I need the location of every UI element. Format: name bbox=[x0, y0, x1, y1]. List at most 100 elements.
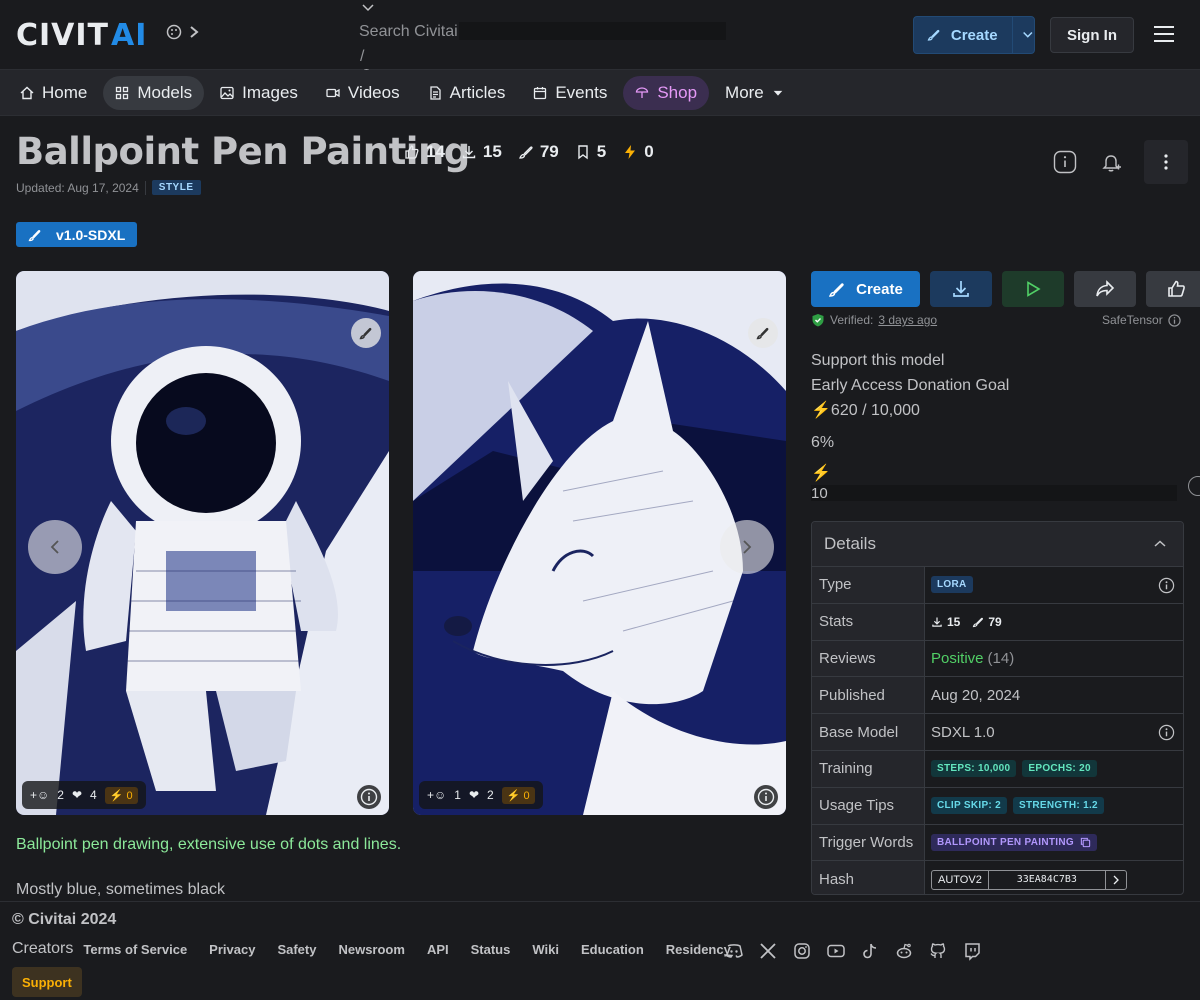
info-icon[interactable] bbox=[1188, 476, 1200, 496]
discord-icon[interactable] bbox=[724, 941, 744, 961]
nav-events[interactable]: Events bbox=[521, 76, 619, 110]
remix-button[interactable] bbox=[748, 318, 778, 348]
tiktok-icon[interactable] bbox=[860, 941, 880, 961]
search-field-box[interactable] bbox=[459, 22, 726, 40]
bookmarks-count: 5 bbox=[596, 142, 607, 161]
hash-next-button[interactable] bbox=[1106, 871, 1126, 889]
generations-count: 79 bbox=[539, 142, 559, 161]
stats-downloads-value: 15 bbox=[947, 614, 961, 629]
heart-icon[interactable]: ❤ bbox=[72, 788, 82, 802]
nav-home[interactable]: Home bbox=[8, 76, 99, 110]
bolt-icon bbox=[625, 145, 636, 159]
support-percent: 6% bbox=[811, 434, 835, 451]
info-icon[interactable] bbox=[1158, 724, 1175, 741]
create-with-model-button[interactable]: Create bbox=[811, 271, 920, 307]
logo-text: CIVIT bbox=[16, 17, 110, 53]
footer-link-residency[interactable]: Residency bbox=[666, 942, 731, 957]
hash-value[interactable]: 33EA84C7B3 bbox=[987, 870, 1106, 889]
footer-link-terms[interactable]: Terms of Service bbox=[83, 942, 187, 957]
details-header[interactable]: Details bbox=[812, 522, 1183, 567]
nav-images[interactable]: Images bbox=[208, 76, 310, 110]
nav-videos[interactable]: Videos bbox=[314, 76, 412, 110]
details-heading: Details bbox=[824, 534, 876, 553]
add-reaction-icon[interactable]: +☺ bbox=[427, 788, 446, 802]
dots-vertical-icon bbox=[1164, 154, 1168, 170]
create-button[interactable]: Create bbox=[913, 16, 1035, 54]
footer-link-creators[interactable]: Creators bbox=[12, 940, 73, 958]
nav-images-label: Images bbox=[242, 82, 298, 102]
category-badge[interactable]: STYLE bbox=[151, 180, 201, 195]
footer-link-newsroom[interactable]: Newsroom bbox=[338, 942, 404, 957]
shield-check-icon bbox=[812, 314, 824, 327]
footer-link-wiki[interactable]: Wiki bbox=[532, 942, 559, 957]
info-icon[interactable] bbox=[1168, 313, 1181, 327]
buzz-tip-badge[interactable]: ⚡ 0 bbox=[501, 786, 535, 804]
model-stats: 14 15 79 5 0 bbox=[404, 142, 654, 162]
hamburger-menu-icon[interactable] bbox=[1154, 26, 1174, 42]
main-nav: Home Models Images Videos Articles Event… bbox=[0, 70, 1200, 116]
notify-button[interactable] bbox=[1098, 149, 1124, 175]
info-button[interactable] bbox=[1052, 149, 1078, 175]
copy-icon bbox=[1080, 837, 1091, 848]
nav-models[interactable]: Models bbox=[103, 75, 205, 110]
reviews-value: Positive bbox=[931, 649, 984, 667]
buzz-tip-badge[interactable]: ⚡ 0 bbox=[104, 786, 138, 804]
caret-down-icon bbox=[773, 90, 783, 96]
chevron-left-icon bbox=[50, 540, 59, 554]
heart-icon[interactable]: ❤ bbox=[469, 788, 479, 802]
nav-articles[interactable]: Articles bbox=[416, 76, 518, 110]
reaction-count[interactable]: 2 bbox=[57, 788, 64, 802]
reddit-icon[interactable] bbox=[894, 941, 914, 961]
footer-link-safety[interactable]: Safety bbox=[277, 942, 316, 957]
calendar-icon bbox=[534, 86, 547, 99]
more-options-button[interactable] bbox=[1144, 140, 1188, 184]
buzz-tip-count: 0 bbox=[523, 789, 530, 802]
github-icon[interactable] bbox=[928, 941, 948, 961]
nav-shop[interactable]: Shop bbox=[623, 75, 710, 110]
image-info-button[interactable] bbox=[357, 785, 381, 809]
footer-link-education[interactable]: Education bbox=[581, 942, 644, 957]
footer-link-privacy[interactable]: Privacy bbox=[209, 942, 255, 957]
twitch-icon[interactable] bbox=[962, 941, 982, 961]
logo-extra[interactable] bbox=[166, 24, 200, 40]
hash-type-select[interactable]: AUTOV2 bbox=[932, 871, 988, 889]
like-button[interactable] bbox=[1146, 271, 1200, 307]
civitai-logo[interactable]: CIVIT AI bbox=[16, 17, 147, 53]
copyright: © Civitai 2024 bbox=[12, 911, 117, 928]
download-icon bbox=[462, 146, 476, 159]
version-button[interactable]: v1.0-SDXL bbox=[16, 222, 138, 247]
download-button[interactable] bbox=[930, 271, 992, 307]
details-row-stats: Stats 15 79 bbox=[812, 603, 1183, 641]
verified-time-link[interactable]: 3 days ago bbox=[878, 313, 937, 327]
instagram-icon[interactable] bbox=[792, 941, 812, 961]
trigger-word-badge[interactable]: BALLPOINT PEN PAINTING bbox=[931, 833, 1097, 851]
donation-amount-input[interactable]: 10 bbox=[811, 485, 1177, 502]
sign-in-button[interactable]: Sign In bbox=[1050, 17, 1134, 53]
stat-bookmarks: 5 bbox=[575, 142, 606, 162]
article-icon bbox=[429, 85, 441, 100]
nav-more[interactable]: More bbox=[713, 76, 796, 110]
add-reaction-icon[interactable]: +☺ bbox=[30, 788, 49, 802]
reviews-link[interactable]: Positive (14) bbox=[925, 641, 1183, 677]
info-icon bbox=[757, 788, 775, 806]
footer-link-api[interactable]: API bbox=[427, 942, 449, 957]
nav-events-label: Events bbox=[555, 82, 608, 102]
support-button[interactable]: Support bbox=[12, 967, 82, 997]
details-panel: Details Type LORA Stats 15 79 Reviews Po… bbox=[811, 521, 1184, 895]
carousel-prev-button[interactable] bbox=[28, 520, 82, 574]
details-label: Hash bbox=[812, 861, 925, 894]
run-button[interactable] bbox=[1002, 271, 1064, 307]
footer-link-status[interactable]: Status bbox=[471, 942, 511, 957]
youtube-icon[interactable] bbox=[826, 941, 846, 961]
share-button[interactable] bbox=[1074, 271, 1136, 307]
bolt-icon: ⚡ bbox=[811, 402, 831, 419]
reaction-count[interactable]: 1 bbox=[454, 788, 461, 802]
x-twitter-icon[interactable] bbox=[758, 941, 778, 961]
image-info-button[interactable] bbox=[754, 785, 778, 809]
chevron-down-icon[interactable] bbox=[361, 2, 375, 14]
home-icon bbox=[20, 86, 34, 99]
search-input[interactable]: Search Civitai bbox=[359, 23, 458, 41]
carousel-next-button[interactable] bbox=[720, 520, 774, 574]
remix-button[interactable] bbox=[351, 318, 381, 348]
info-icon[interactable] bbox=[1158, 577, 1175, 594]
